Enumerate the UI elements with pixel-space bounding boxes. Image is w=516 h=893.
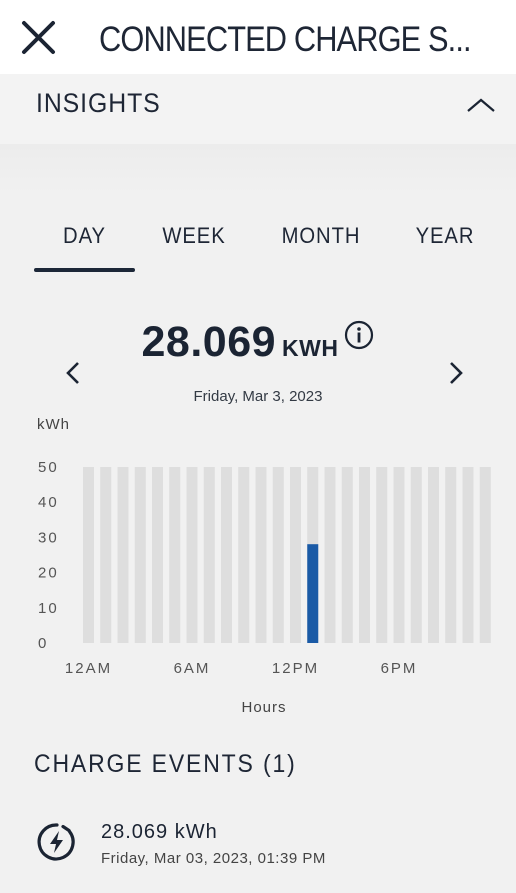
top-bar: CONNECTED CHARGE S... <box>0 0 516 74</box>
hour-background-bar <box>238 467 250 643</box>
chevron-up-icon <box>467 98 495 112</box>
energy-bar-chart: 0 10 20 30 40 50 12AM 6AM 12PM 6PM <box>38 459 491 677</box>
hour-background-bar <box>134 467 146 643</box>
energy-bar[interactable] <box>307 544 319 643</box>
charge-event-energy: 28.069 kWh <box>101 821 218 843</box>
chevron-left-icon <box>66 362 79 384</box>
y-tick-label: 30 <box>38 529 59 546</box>
info-button[interactable] <box>344 320 374 350</box>
total-energy-value: 28.069 <box>141 318 277 366</box>
hour-background-bar <box>255 467 267 643</box>
close-button[interactable] <box>18 17 60 59</box>
hour-background-bar <box>186 467 198 643</box>
hour-background-bar <box>152 467 163 643</box>
previous-day-button[interactable] <box>63 359 83 387</box>
hour-background-bar <box>272 467 284 643</box>
hour-background-bar <box>324 467 336 643</box>
hour-background-bar <box>410 467 422 643</box>
hour-background-bar <box>203 467 215 643</box>
x-tick-label: 6PM <box>381 660 418 677</box>
tab-week[interactable]: WEEK <box>152 223 237 249</box>
y-tick-label: 0 <box>38 635 48 652</box>
collapse-button[interactable] <box>464 94 498 116</box>
y-tick-label: 10 <box>38 600 59 617</box>
tab-month[interactable]: MONTH <box>272 223 370 249</box>
period-tabs: DAY WEEK MONTH YEAR <box>0 215 516 275</box>
insights-section-header[interactable]: INSIGHTS <box>0 74 516 144</box>
hour-background-bar <box>341 467 353 643</box>
x-tick-label: 12PM <box>272 660 319 677</box>
chevron-right-icon <box>450 362 463 384</box>
info-icon <box>345 320 374 350</box>
section-divider <box>0 144 516 194</box>
hour-background-bar <box>462 467 474 643</box>
hour-background-bar <box>428 467 439 643</box>
y-axis-label: kWh <box>37 416 70 433</box>
next-day-button[interactable] <box>446 359 466 387</box>
y-tick-label: 50 <box>38 459 59 476</box>
charge-event-item[interactable]: 28.069 kWh Friday, Mar 03, 2023, 01:39 P… <box>0 810 516 880</box>
page-title: CONNECTED CHARGE S... <box>99 20 472 59</box>
charging-bolt-icon <box>37 823 75 861</box>
tab-day[interactable]: DAY <box>38 223 131 249</box>
hour-background-bar <box>83 467 94 643</box>
y-tick-label: 20 <box>38 565 59 582</box>
x-tick-label: 12AM <box>65 660 112 677</box>
selected-tab-indicator <box>34 268 135 272</box>
x-tick-label: 6AM <box>174 660 211 677</box>
hour-background-bar <box>100 467 112 643</box>
hour-background-bar <box>376 467 388 643</box>
x-axis-label: Hours <box>241 699 287 716</box>
insights-label: INSIGHTS <box>36 88 161 118</box>
tab-year[interactable]: YEAR <box>404 223 487 249</box>
hour-background-bar <box>359 467 370 643</box>
y-tick-label: 40 <box>38 494 59 511</box>
hour-background-bar <box>221 467 232 643</box>
selected-date: Friday, Mar 3, 2023 <box>193 388 323 405</box>
charge-events-title: CHARGE EVENTS (1) <box>34 750 297 778</box>
hour-background-bar <box>393 467 405 643</box>
hour-background-bar <box>117 467 129 643</box>
hour-background-bar <box>479 467 491 643</box>
charge-event-timestamp: Friday, Mar 03, 2023, 01:39 PM <box>101 850 326 867</box>
hour-background-bar <box>169 467 181 643</box>
close-icon <box>22 21 55 54</box>
hour-background-bar <box>290 467 301 643</box>
hour-background-bar <box>445 467 457 643</box>
total-energy-unit: KWH <box>282 335 339 361</box>
